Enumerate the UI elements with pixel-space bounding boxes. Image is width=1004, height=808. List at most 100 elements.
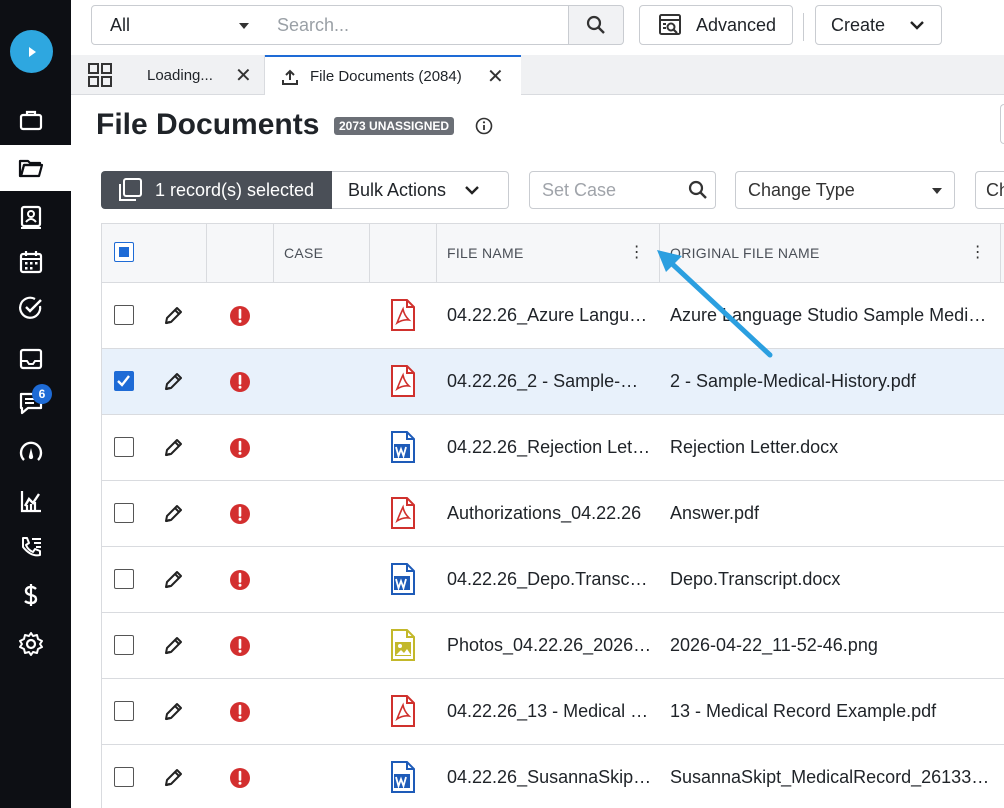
column-menu-icon[interactable]: ⋮	[970, 245, 986, 261]
nav-cases-briefcase-icon[interactable]	[0, 97, 71, 143]
selected-count-label: 1 record(s) selected	[155, 179, 315, 200]
dashboard-grid-icon[interactable]	[87, 62, 113, 88]
row-checkbox[interactable]	[114, 503, 134, 523]
column-menu-icon[interactable]: ⋮	[629, 245, 645, 261]
edit-pencil-icon[interactable]	[162, 569, 184, 591]
documents-table: CASE FILE NAME ⋮ ORIGINAL FILE NAME ⋮ 04…	[101, 223, 1004, 808]
file-name-cell[interactable]: Photos_04.22.26_2026-04-22	[447, 635, 652, 656]
edit-column-header	[207, 224, 274, 282]
file-name-cell[interactable]: 04.22.26_Azure Language Studio Sample Me…	[447, 305, 652, 326]
selected-records-indicator[interactable]: 1 record(s) selected	[101, 171, 332, 209]
table-row[interactable]: 04.22.26_Azure Language Studio Sample Me…	[102, 283, 1004, 349]
warning-alert-icon[interactable]	[229, 437, 251, 459]
edit-pencil-icon[interactable]	[162, 305, 184, 327]
info-icon[interactable]	[475, 117, 493, 135]
table-row[interactable]: Photos_04.22.26_2026-04-22 2026-04-22_11-…	[102, 613, 1004, 679]
messages-count-badge: 6	[32, 384, 52, 404]
nav-call-log-icon[interactable]	[0, 524, 71, 570]
warning-alert-icon[interactable]	[229, 701, 251, 723]
nav-messages-icon[interactable]: 6	[0, 380, 71, 426]
create-button[interactable]: Create	[815, 5, 942, 45]
nav-documents-folder-icon[interactable]	[0, 145, 71, 191]
warning-alert-icon[interactable]	[229, 635, 251, 657]
nav-reports-chart-icon[interactable]	[0, 478, 71, 524]
file-name-cell[interactable]: 04.22.26_Depo.Transcript	[447, 569, 652, 590]
multi-select-icon	[119, 178, 142, 201]
original-file-name-cell: Azure Language Studio Sample Medical Rec…	[670, 305, 992, 325]
nav-billing-dollar-icon[interactable]	[0, 572, 71, 618]
warning-alert-icon[interactable]	[229, 371, 251, 393]
global-search-input[interactable]	[265, 5, 569, 45]
case-column-header[interactable]: CASE	[274, 224, 370, 282]
change-type-select[interactable]: Change Type	[735, 171, 955, 209]
file-name-cell[interactable]: 04.22.26_Rejection Letter	[447, 437, 652, 458]
side-navigation: 6	[0, 0, 71, 808]
truncated-select[interactable]: Ch	[975, 171, 1004, 209]
table-row[interactable]: 04.22.26_Depo.Transcript Depo.Transcript.…	[102, 547, 1004, 613]
advanced-label: Advanced	[696, 14, 777, 35]
table-row[interactable]: 04.22.26_13 - Medical Record Example 13 -…	[102, 679, 1004, 745]
search-scope-value: All	[110, 14, 131, 35]
warning-alert-icon[interactable]	[229, 305, 251, 327]
select-all-checkbox[interactable]	[114, 242, 134, 262]
select-all-header	[102, 224, 207, 282]
table-row[interactable]: 04.22.26_Rejection Letter Rejection Lette…	[102, 415, 1004, 481]
row-checkbox[interactable]	[114, 767, 134, 787]
case-column-label: CASE	[284, 245, 324, 261]
bulk-actions-button[interactable]: Bulk Actions	[332, 171, 509, 209]
row-checkbox[interactable]	[114, 305, 134, 325]
original-file-name-cell: Depo.Transcript.docx	[670, 569, 841, 589]
edit-pencil-icon[interactable]	[162, 437, 184, 459]
nav-settings-gear-icon[interactable]	[0, 621, 71, 667]
advanced-search-button[interactable]: Advanced	[639, 5, 793, 45]
page-title: File Documents	[96, 108, 320, 141]
edit-pencil-icon[interactable]	[162, 701, 184, 723]
change-type-label: Change Type	[748, 179, 855, 200]
table-row[interactable]: Authorizations_04.22.26 Answer.pdf	[102, 481, 1004, 547]
tab-file-documents[interactable]: File Documents (2084) ✕	[265, 55, 521, 96]
file-name-cell[interactable]: Authorizations_04.22.26	[447, 503, 652, 524]
file-name-column-header[interactable]: FILE NAME ⋮	[437, 224, 660, 282]
nav-tasks-check-icon[interactable]	[0, 285, 71, 331]
row-checkbox[interactable]	[114, 635, 134, 655]
row-checkbox[interactable]	[114, 371, 134, 391]
table-row[interactable]: 04.22.26_SusannaSkipt_MedicalRecord Susan…	[102, 745, 1004, 808]
app-logo-icon[interactable]	[10, 30, 53, 73]
bulk-actions-label: Bulk Actions	[348, 179, 447, 200]
original-file-name-column-header[interactable]: ORIGINAL FILE NAME ⋮	[660, 224, 1001, 282]
nav-calendar-icon[interactable]	[0, 239, 71, 285]
original-file-name-cell: Rejection Letter.docx	[670, 437, 839, 457]
table-row[interactable]: 04.22.26_2 - Sample-Medical-History 2 - S…	[102, 349, 1004, 415]
edit-pencil-icon[interactable]	[162, 767, 184, 789]
file-type-column-header	[370, 224, 437, 282]
close-icon[interactable]: ✕	[487, 64, 504, 89]
file-name-cell[interactable]: 04.22.26_SusannaSkipt_MedicalRecord	[447, 767, 652, 788]
row-checkbox[interactable]	[114, 569, 134, 589]
original-file-name-cell: 2 - Sample-Medical-History.pdf	[670, 371, 916, 391]
row-checkbox[interactable]	[114, 701, 134, 721]
truncated-select-label: Ch	[986, 179, 1004, 200]
nav-contacts-icon[interactable]	[0, 193, 71, 239]
edit-pencil-icon[interactable]	[162, 371, 184, 393]
search-scope-select[interactable]: All	[91, 5, 266, 45]
file-name-cell[interactable]: 04.22.26_13 - Medical Record Example	[447, 701, 652, 722]
table-header: CASE FILE NAME ⋮ ORIGINAL FILE NAME ⋮	[102, 223, 1004, 283]
warning-alert-icon[interactable]	[229, 503, 251, 525]
header-action-button-edge[interactable]	[1000, 104, 1004, 144]
edit-pencil-icon[interactable]	[162, 635, 184, 657]
pdf-file-icon	[391, 497, 415, 529]
tab-loading-label: Loading...	[147, 66, 213, 84]
tab-loading[interactable]: Loading... ✕	[131, 55, 265, 95]
file-name-cell[interactable]: 04.22.26_2 - Sample-Medical-History	[447, 371, 652, 392]
top-bar: All Advanced Create	[71, 0, 1004, 55]
warning-alert-icon[interactable]	[229, 767, 251, 789]
search-button[interactable]	[568, 5, 624, 45]
search-icon	[688, 180, 707, 199]
tab-bar: Loading... ✕ File Documents (2084) ✕	[71, 55, 1004, 96]
edit-pencil-icon[interactable]	[162, 503, 184, 525]
nav-gauge-icon[interactable]	[0, 430, 71, 476]
row-checkbox[interactable]	[114, 437, 134, 457]
warning-alert-icon[interactable]	[229, 569, 251, 591]
close-icon[interactable]: ✕	[235, 63, 252, 88]
nav-inbox-icon[interactable]	[0, 336, 71, 382]
